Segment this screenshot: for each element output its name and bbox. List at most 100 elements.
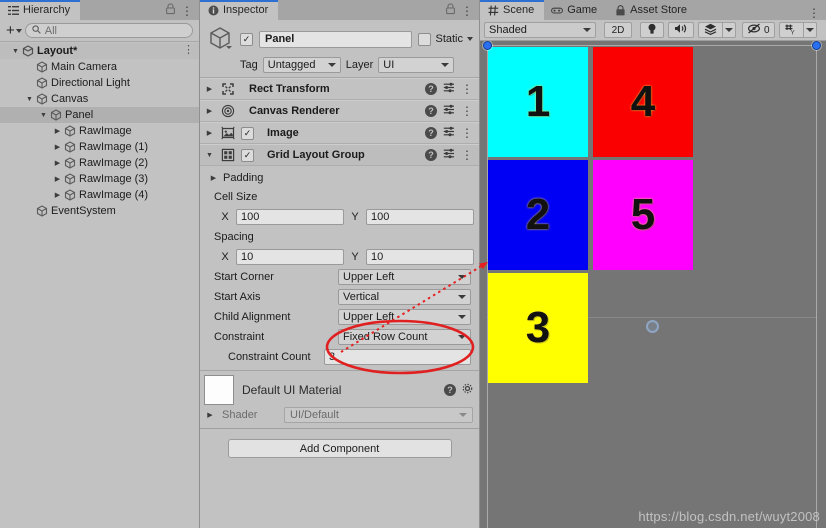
- help-icon[interactable]: ?: [425, 127, 437, 139]
- gear-icon[interactable]: [462, 383, 473, 397]
- chevron-down-icon[interactable]: [38, 112, 49, 119]
- preset-icon[interactable]: [443, 82, 455, 96]
- preset-icon[interactable]: [443, 104, 455, 118]
- component-header-canvas-renderer[interactable]: Canvas Renderer? ⋮: [200, 100, 479, 122]
- static-checkbox[interactable]: [418, 32, 432, 46]
- hierarchy-menu-icon[interactable]: ⋮: [181, 5, 193, 17]
- hierarchy-item-rawimage-2[interactable]: RawImage (2): [0, 155, 199, 171]
- hierarchy-item-directional-light[interactable]: Directional Light: [0, 75, 199, 91]
- grid-cell-4[interactable]: 4: [593, 47, 693, 157]
- start-corner-dropdown[interactable]: Upper Left: [338, 269, 471, 285]
- inspector-menu-icon[interactable]: ⋮: [461, 5, 473, 17]
- hierarchy-tree[interactable]: Layout* ⋮ Main Camera Directional Light Canv…: [0, 42, 199, 528]
- chevron-down-icon[interactable]: [10, 48, 21, 55]
- help-icon[interactable]: ?: [425, 83, 437, 95]
- gizmos-dropdown-button[interactable]: [802, 22, 817, 38]
- hierarchy-item-panel[interactable]: Panel: [0, 107, 199, 123]
- tab-inspector[interactable]: Inspector: [200, 0, 279, 20]
- help-icon[interactable]: ?: [425, 149, 437, 161]
- component-menu-icon[interactable]: ⋮: [461, 83, 473, 95]
- chevron-right-icon[interactable]: [52, 143, 63, 151]
- hierarchy-item-eventsystem[interactable]: EventSystem: [0, 203, 199, 219]
- chevron-right-icon[interactable]: [204, 85, 215, 93]
- hierarchy-item-rawimage-3[interactable]: RawImage (3): [0, 171, 199, 187]
- help-icon[interactable]: ?: [425, 105, 437, 117]
- start-axis-dropdown[interactable]: Vertical: [338, 289, 471, 305]
- scene-viewport[interactable]: 1 2 3 4 5 https://blog.csdn.net/wuyt2008: [480, 41, 826, 528]
- preset-icon[interactable]: [443, 148, 455, 162]
- chevron-down-icon[interactable]: [24, 96, 35, 103]
- chevron-down-icon[interactable]: [204, 152, 215, 159]
- static-dropdown-icon[interactable]: [467, 37, 473, 41]
- hidden-objects-button[interactable]: 0: [742, 22, 775, 38]
- component-enabled-checkbox[interactable]: ✓: [241, 126, 254, 140]
- chevron-right-icon[interactable]: [204, 107, 215, 115]
- grid-cell-3[interactable]: 3: [488, 273, 588, 383]
- spacing-x-input[interactable]: 10: [236, 248, 344, 265]
- chevron-right-icon[interactable]: [204, 129, 215, 137]
- tag-dropdown[interactable]: Untagged: [262, 57, 341, 73]
- layer-dropdown[interactable]: UI: [378, 57, 455, 73]
- hierarchy-item-main-camera[interactable]: Main Camera: [0, 59, 199, 75]
- component-menu-icon[interactable]: ⋮: [461, 127, 473, 139]
- component-menu-icon[interactable]: ⋮: [461, 149, 473, 161]
- chevron-right-icon[interactable]: [52, 191, 63, 199]
- tab-scene[interactable]: Scene: [480, 0, 545, 20]
- search-input[interactable]: All: [24, 23, 193, 38]
- lock-icon[interactable]: [445, 3, 456, 18]
- hierarchy-item-rawimage-1[interactable]: RawImage (1): [0, 139, 199, 155]
- add-component-button[interactable]: Add Component: [227, 439, 452, 458]
- object-enabled-checkbox[interactable]: ✓: [240, 32, 253, 46]
- padding-foldout[interactable]: Padding: [200, 168, 479, 187]
- spacing-y-input[interactable]: 10: [366, 248, 474, 265]
- child-alignment-dropdown[interactable]: Upper Left: [338, 309, 471, 325]
- audio-toggle-button[interactable]: [668, 22, 694, 38]
- cell-size-x-input[interactable]: 100: [236, 208, 344, 225]
- pivot-gizmo[interactable]: [646, 320, 659, 333]
- grid-cell-1[interactable]: 1: [488, 47, 588, 157]
- component-header-image[interactable]: ✓ Image? ⋮: [200, 122, 479, 144]
- grid-cell-5[interactable]: 5: [593, 160, 693, 270]
- start-corner-value: Upper Left: [343, 271, 395, 283]
- grid-cell-label: 4: [630, 77, 656, 126]
- effects-toggle-button[interactable]: [698, 22, 722, 38]
- constraint-count-input[interactable]: 3: [324, 349, 471, 365]
- chevron-right-icon[interactable]: [52, 127, 63, 135]
- cell-size-y-input[interactable]: 100: [366, 208, 474, 225]
- shader-dropdown[interactable]: UI/Default: [284, 407, 473, 423]
- grid-cell-2[interactable]: 2: [488, 160, 588, 270]
- material-preview[interactable]: [204, 375, 234, 405]
- tab-game[interactable]: Game: [544, 0, 608, 20]
- gizmos-toggle-button[interactable]: Y: [778, 22, 803, 38]
- tab-asset-store[interactable]: Asset Store: [607, 0, 698, 20]
- hierarchy-item-label: Panel: [65, 109, 94, 121]
- toggle-2d-button[interactable]: 2D: [604, 22, 632, 38]
- constraint-dropdown[interactable]: Fixed Row Count: [338, 329, 471, 345]
- create-object-button[interactable]: +: [6, 23, 22, 38]
- hierarchy-item-rawimage[interactable]: RawImage: [0, 123, 199, 139]
- canvas-handle-top-left[interactable]: [483, 41, 492, 50]
- component-enabled-checkbox[interactable]: ✓: [241, 148, 254, 162]
- object-name-field[interactable]: Panel: [259, 30, 413, 48]
- hierarchy-item-canvas[interactable]: Canvas: [0, 91, 199, 107]
- help-icon[interactable]: ?: [444, 384, 456, 396]
- component-header-grid-layout-group[interactable]: ✓ Grid Layout Group? ⋮: [200, 144, 479, 166]
- lighting-toggle-button[interactable]: [640, 22, 664, 38]
- preset-icon[interactable]: [443, 126, 455, 140]
- chevron-right-icon[interactable]: [52, 159, 63, 167]
- component-header-rect-transform[interactable]: Rect Transform? ⋮: [200, 78, 479, 100]
- gameobject-icon: [206, 25, 234, 53]
- hierarchy-item-rawimage-4[interactable]: RawImage (4): [0, 187, 199, 203]
- lock-icon[interactable]: [165, 3, 176, 18]
- component-menu-icon[interactable]: ⋮: [461, 105, 473, 117]
- tab-hierarchy[interactable]: Hierarchy: [0, 0, 81, 20]
- cell-size-x-axis: X: [221, 210, 229, 223]
- hierarchy-item-menu-icon[interactable]: ⋮: [183, 44, 194, 56]
- hierarchy-item-layout[interactable]: Layout* ⋮: [0, 43, 199, 59]
- chevron-right-icon[interactable]: [52, 175, 63, 183]
- scene-menu-icon[interactable]: ⋮: [808, 7, 820, 19]
- canvas-handle-top-right[interactable]: [812, 41, 821, 50]
- effects-dropdown-button[interactable]: [722, 22, 736, 38]
- chevron-right-icon[interactable]: ▶: [204, 411, 216, 419]
- draw-mode-dropdown[interactable]: Shaded: [484, 22, 596, 38]
